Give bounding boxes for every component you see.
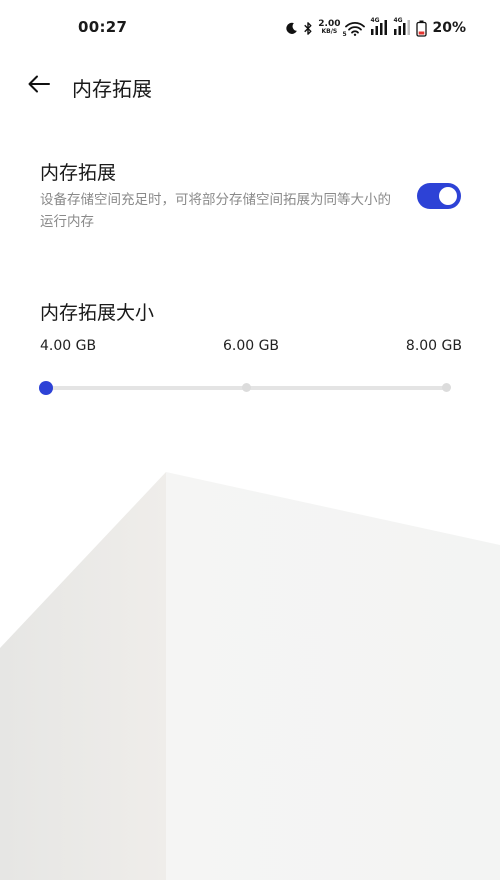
arrow-left-icon (27, 75, 51, 97)
battery-icon (416, 20, 428, 37)
size-option-6gb[interactable]: 6.00 GB (223, 338, 279, 354)
status-icons: 2.00 KB/S 5 4G 4G 20% (285, 17, 466, 39)
expansion-size-title: 内存拓展大小 (40, 302, 155, 324)
size-option-4gb[interactable]: 4.00 GB (40, 338, 96, 354)
memory-expansion-title: 内存拓展 (40, 162, 117, 184)
memory-expansion-description: 设备存储空间充足时，可将部分存储空间拓展为同等大小的运行内存 (40, 192, 391, 230)
status-bar: 00:27 2.00 KB/S 5 4G 4G 20% (0, 0, 500, 56)
status-time: 00:27 (78, 18, 128, 36)
battery-percent: 20% (432, 20, 466, 36)
memory-expansion-setting: 内存拓展 设备存储空间充足时，可将部分存储空间拓展为同等大小的运行内存 (40, 158, 464, 233)
slider-thumb[interactable] (39, 381, 53, 395)
memory-expansion-toggle[interactable] (417, 183, 461, 209)
slider-tick[interactable] (241, 383, 251, 392)
bluetooth-icon (303, 21, 313, 36)
wifi-band-label: 5 (342, 30, 347, 38)
signal-icon: 4G (370, 17, 388, 37)
moon-icon (285, 22, 298, 35)
network-speed-unit: KB/S (321, 28, 338, 35)
expansion-size-slider[interactable] (39, 378, 451, 398)
background-art (0, 472, 500, 880)
expansion-size-section: 内存拓展大小 4.00 GB 6.00 GB 8.00 GB (39, 298, 462, 398)
size-option-8gb[interactable]: 8.00 GB (406, 338, 462, 354)
signal-icon: 4G (393, 17, 411, 37)
slider-tick[interactable] (441, 383, 451, 392)
size-option-labels: 4.00 GB 6.00 GB 8.00 GB (40, 338, 462, 360)
app-bar: 内存拓展 (0, 62, 500, 110)
sim1-network-label: 4G (370, 17, 380, 24)
back-button[interactable] (22, 72, 56, 100)
network-speed-value: 2.00 (318, 19, 341, 29)
wifi-icon: 5 (342, 21, 366, 38)
page-title: 内存拓展 (72, 77, 152, 101)
network-speed: 2.00 KB/S (318, 20, 340, 36)
sim2-network-label: 4G (393, 17, 403, 24)
toggle-knob (439, 187, 457, 205)
